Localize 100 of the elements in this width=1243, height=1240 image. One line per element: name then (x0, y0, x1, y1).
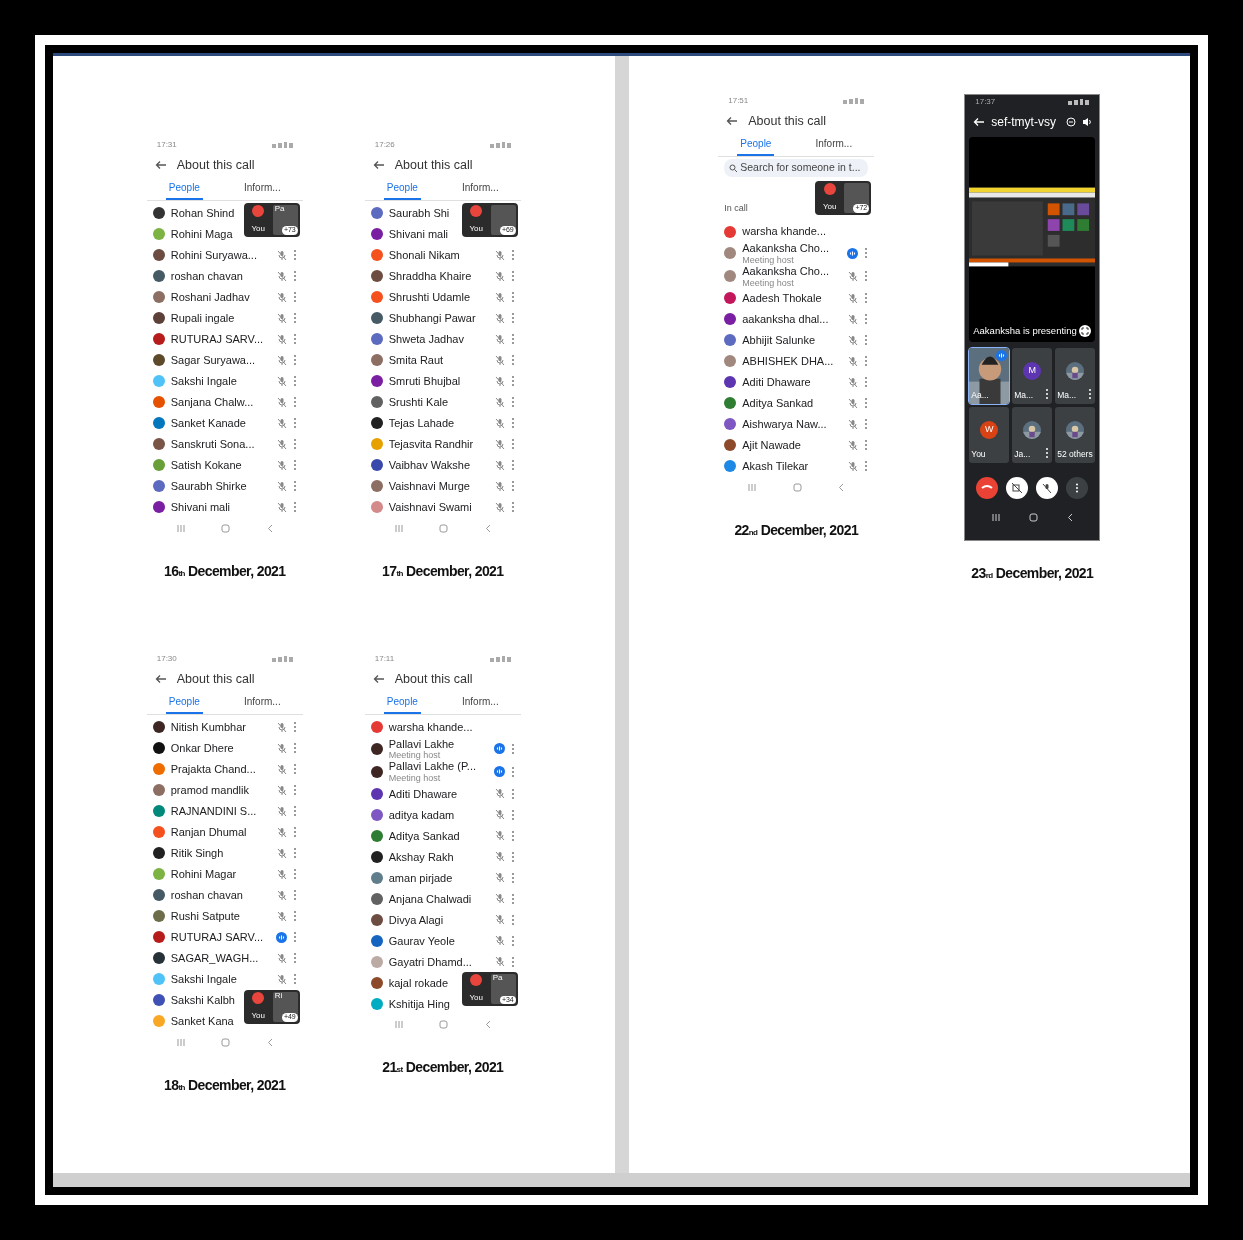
recents-icon[interactable] (991, 513, 1000, 522)
participant-name: Gaurav Yeole (388, 934, 455, 948)
video-tile[interactable]: Aa... (969, 348, 1010, 404)
tab[interactable]: People (737, 134, 775, 156)
participant-name: Sanjana Chalw... (170, 395, 254, 409)
more-icon[interactable] (1088, 388, 1093, 400)
end-call-button[interactable] (976, 477, 999, 499)
video-tile[interactable]: M Ma... (1012, 348, 1053, 404)
participant-role: Meeting host (388, 773, 441, 784)
status-icons (489, 655, 511, 662)
status-icons (843, 98, 865, 104)
back-arrow-icon[interactable] (726, 116, 739, 127)
video-tile[interactable]: Ma... (1055, 348, 1096, 404)
participant-name: pramod mandlik (170, 783, 249, 797)
participant-name: warsha khande... (742, 225, 827, 238)
tile-label: Pa (491, 974, 503, 983)
tab[interactable]: Inform... (241, 178, 284, 200)
back-arrow-icon[interactable] (154, 674, 167, 685)
more-options-button[interactable] (1066, 477, 1089, 499)
more-icon[interactable] (1045, 447, 1050, 459)
participant-name: aman pirjade (388, 871, 453, 885)
participant-name: Aditya Sankad (742, 397, 814, 410)
avatar (823, 182, 836, 195)
participant-name: Gayatri Dhamd... (388, 955, 472, 969)
recents-icon[interactable] (394, 1020, 403, 1030)
participant-name: ABHISHEK DHA... (742, 355, 834, 368)
tile-label: You (971, 448, 986, 461)
recents-icon[interactable] (176, 1037, 185, 1047)
mic-off-button[interactable] (1036, 477, 1059, 499)
tab[interactable]: People (383, 178, 421, 200)
home-icon[interactable] (1028, 513, 1038, 522)
back-arrow-icon[interactable] (154, 160, 167, 171)
avatar (470, 204, 483, 217)
back-arrow-icon[interactable] (372, 674, 385, 685)
avatar (252, 204, 265, 217)
participant-name: Aditya Sankad (388, 829, 460, 843)
status-time: 17:30 (156, 652, 177, 665)
participant-name: Shweta Jadhav (388, 332, 464, 346)
tab[interactable]: Inform... (459, 692, 502, 714)
participant-name: Shivani mali (170, 500, 231, 514)
tab[interactable]: Inform... (241, 692, 284, 714)
participant-name: Ranjan Dhumal (170, 825, 247, 839)
status-icons (1068, 99, 1090, 105)
participant-name: SAGAR_WAGH... (170, 951, 259, 965)
participant-name: Shubhangi Pawar (388, 311, 476, 325)
tile-label: Aa... (971, 389, 989, 402)
participant-name: Aakanksha Cho... (742, 265, 830, 278)
participant-name: Aishwarya Naw... (742, 418, 827, 431)
participant-name: Nitish Kumbhar (170, 720, 246, 734)
back-arrow-icon[interactable] (372, 160, 385, 171)
video-tile[interactable]: W You (969, 407, 1010, 463)
participant-name: Tejas Lahade (388, 416, 455, 430)
participant-name: Anjana Chalwadi (388, 892, 472, 906)
screen-title: About this call (176, 157, 255, 174)
tile-label: You (251, 222, 265, 235)
camera-off-button[interactable] (1006, 477, 1029, 499)
participant-name: Vaishnavi Murge (388, 479, 470, 493)
tab[interactable]: People (383, 692, 421, 714)
search-field[interactable]: Search for someone in t... (724, 158, 869, 177)
participant-name: Rupali ingale (170, 311, 235, 325)
participant-name: Srushti Kale (388, 395, 449, 409)
avatar: W (980, 421, 999, 439)
recents-icon[interactable] (176, 523, 185, 533)
fullscreen-icon[interactable] (1079, 324, 1092, 337)
back-icon[interactable] (1066, 513, 1073, 522)
tab[interactable]: Inform... (459, 178, 502, 200)
video-tile[interactable]: Ja... (1012, 407, 1053, 463)
tile-label: You (823, 200, 837, 213)
camera-switch-icon[interactable] (1066, 117, 1077, 127)
participant-name: Rohini Maga (170, 227, 233, 241)
screen-title: About this call (748, 113, 827, 130)
more-icon[interactable] (1045, 388, 1050, 400)
tab[interactable]: People (165, 178, 203, 200)
participant-name: Sanket Kanade (170, 416, 246, 430)
recents-icon[interactable] (394, 523, 403, 533)
participant-name: Sanket Kana (170, 1014, 234, 1028)
more-icon (1075, 483, 1080, 493)
participant-name: Sakshi Ingale (170, 972, 237, 986)
tab[interactable]: People (165, 692, 203, 714)
video-tile[interactable]: 52 others (1055, 407, 1096, 463)
participant-name: RUTURAJ SARV... (170, 332, 264, 346)
avatar: M (1023, 362, 1042, 380)
participant-name: roshan chavan (170, 269, 243, 283)
participant-name: Sakshi Kalbh (170, 993, 235, 1007)
participant-name: Kshitija Hing (388, 997, 450, 1011)
tile-label: Pa (273, 204, 285, 213)
participant-role: Meeting host (742, 254, 794, 265)
speaker-icon[interactable] (1082, 117, 1092, 127)
status-time: 17:51 (728, 95, 749, 107)
participant-name: roshan chavan (170, 888, 243, 902)
recents-icon[interactable] (748, 482, 757, 492)
participant-name: RAJNANDINI S... (170, 804, 257, 818)
participant-name: Rohini Suryawa... (170, 248, 257, 262)
participant-name: Saurabh Shi (388, 206, 450, 220)
participant-name: Saurabh Shirke (170, 479, 247, 493)
participant-name: Shrushti Udamle (388, 290, 471, 304)
tab[interactable]: Inform... (812, 134, 856, 156)
meeting-title: sef-tmyt-vsy (991, 114, 1057, 131)
status-time: 17:31 (156, 139, 177, 151)
status-icons (271, 655, 293, 662)
